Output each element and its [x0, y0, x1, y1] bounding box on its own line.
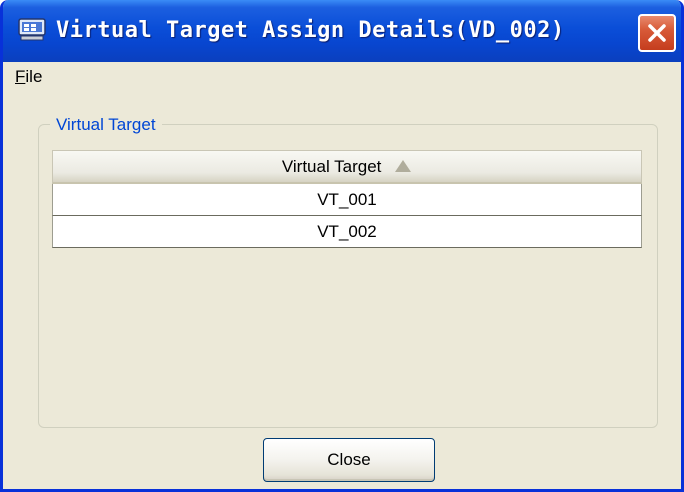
menu-bar: File — [3, 62, 681, 92]
close-x-icon — [648, 24, 666, 42]
title-bar[interactable]: Virtual Target Assign Details(VD_002) — [3, 0, 681, 62]
sort-ascending-icon — [394, 152, 412, 184]
virtual-target-table: Virtual Target VT_001 VT_002 — [52, 150, 642, 248]
close-button[interactable]: Close — [263, 438, 435, 482]
table-cell: VT_002 — [317, 222, 377, 241]
menu-file-label: ile — [25, 67, 43, 86]
menu-file-mnemonic: F — [15, 67, 26, 86]
table-cell: VT_001 — [317, 190, 377, 209]
window-close-button[interactable] — [638, 14, 676, 52]
close-button-label: Close — [327, 450, 371, 469]
window-title: Virtual Target Assign Details(VD_002) — [56, 18, 565, 43]
monitor-app-icon — [18, 18, 46, 42]
menu-file[interactable]: File — [15, 66, 42, 88]
column-header-label: Virtual Target — [281, 157, 382, 176]
table-row[interactable]: VT_002 — [52, 216, 642, 248]
group-legend: Virtual Target — [50, 112, 162, 138]
column-header-virtual-target[interactable]: Virtual Target — [52, 150, 642, 184]
table-row[interactable]: VT_001 — [52, 184, 642, 216]
